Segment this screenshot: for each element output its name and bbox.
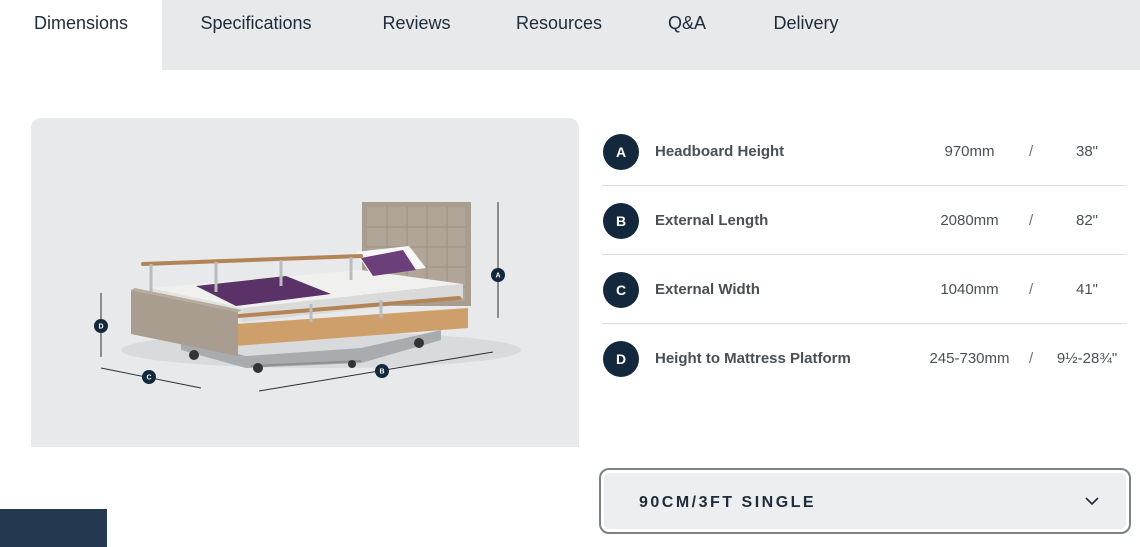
dimension-mm: 2080mm xyxy=(940,212,999,229)
dimension-mm: 1040mm xyxy=(940,281,999,298)
dimension-label: Headboard Height xyxy=(655,143,785,160)
dimension-marker-a: A xyxy=(491,268,505,282)
dimensions-list: A Headboard Height 970mm / 38" B Externa… xyxy=(602,117,1127,393)
partial-button[interactable] xyxy=(0,509,107,547)
dimension-separator: / xyxy=(1029,143,1034,160)
dimension-marker-d: D xyxy=(94,319,108,333)
bed-dimensions-illustration: A B C D xyxy=(31,118,579,447)
dimension-inches: 9½-28¾" xyxy=(1056,350,1118,367)
tab-bar: Dimensions Specifications Reviews Resour… xyxy=(0,0,1140,70)
tab-delivery[interactable]: Delivery xyxy=(739,0,873,70)
dimension-label: External Length xyxy=(655,212,769,229)
dimension-row-d: D Height to Mattress Platform 245-730mm … xyxy=(602,324,1127,393)
svg-text:D: D xyxy=(98,324,103,331)
svg-text:C: C xyxy=(146,375,151,382)
bed-size-select[interactable]: 90CM/3FT SINGLE xyxy=(599,468,1131,534)
chevron-down-icon xyxy=(1085,497,1099,506)
dimension-separator: / xyxy=(1029,212,1034,229)
dimension-row-b: B External Length 2080mm / 82" xyxy=(602,186,1127,255)
tab-resources[interactable]: Resources xyxy=(483,0,635,70)
dimension-inches: 41" xyxy=(1075,281,1098,298)
dimension-separator: / xyxy=(1029,281,1034,298)
dimension-mm: 245-730mm xyxy=(929,350,1010,367)
svg-text:B: B xyxy=(379,369,384,376)
tab-reviews[interactable]: Reviews xyxy=(350,0,483,70)
dimension-mm: 970mm xyxy=(944,143,995,160)
svg-text:A: A xyxy=(495,273,500,280)
bed-size-value: 90CM/3FT SINGLE xyxy=(639,494,817,511)
dimension-inches: 82" xyxy=(1075,212,1098,229)
tab-specifications[interactable]: Specifications xyxy=(162,0,350,70)
tab-qa[interactable]: Q&A xyxy=(635,0,739,70)
dimension-separator: / xyxy=(1029,350,1034,367)
dimension-inches: 38" xyxy=(1075,143,1098,160)
tab-dimensions[interactable]: Dimensions xyxy=(0,0,162,70)
dimension-letter-badge: A xyxy=(603,134,639,170)
dimension-label: Height to Mattress Platform xyxy=(655,350,851,367)
dimension-marker-c: C xyxy=(142,370,156,384)
dimension-marker-b: B xyxy=(375,364,389,378)
dimension-label: External Width xyxy=(655,281,760,298)
bed-drawing: A B C D xyxy=(94,202,521,392)
dimension-letter-badge: D xyxy=(603,341,639,377)
dimension-letter-badge: B xyxy=(603,203,639,239)
dimension-row-a: A Headboard Height 970mm / 38" xyxy=(602,117,1127,186)
dimension-row-c: C External Width 1040mm / 41" xyxy=(602,255,1127,324)
dimension-letter-badge: C xyxy=(603,272,639,308)
